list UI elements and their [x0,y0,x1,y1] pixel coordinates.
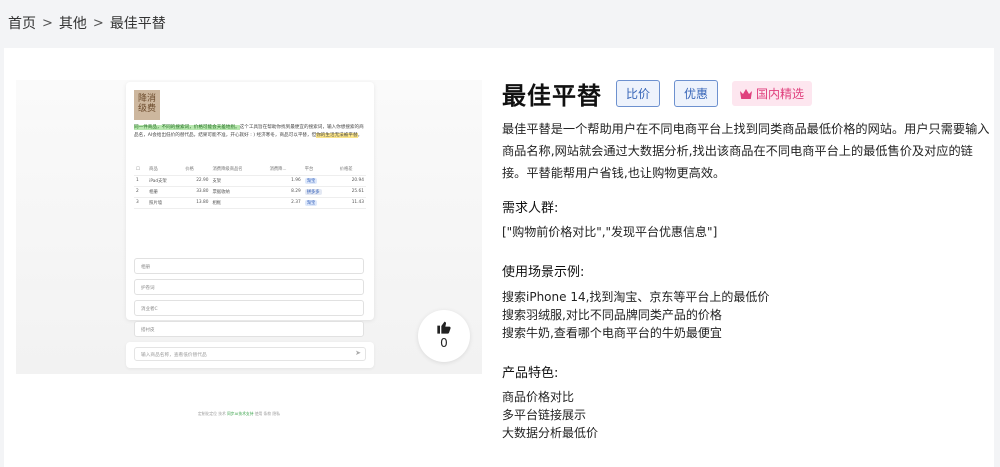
preview-search-bar: 输入商品名称，查看低价替代品 ➤ [126,342,374,368]
preview-footer-link: 定制化定位 技术 [198,411,226,416]
cell-diff: 11.43 [337,197,366,209]
platform-tag: 淘宝 [304,199,318,206]
like-button[interactable]: 0 [418,310,470,362]
preview-input: 搭衬皮 [134,321,364,337]
table-header-cell: 平台 [302,164,338,176]
feature-item: 商品价格对比 [502,390,575,404]
cell-name: 照片墙 [147,197,184,209]
cell-alt-price: 2.37 [267,197,303,209]
cell-price: 22.90 [183,175,211,187]
cell-alt: 票据收纳 [210,186,268,198]
cell-price: 13.80 [183,197,211,209]
row-index: 2 [134,186,148,198]
preview-input: 相册 [134,258,364,274]
table-row: 1 iPad支架 22.90 支架 1.96 淘宝 20.94 [134,175,366,187]
like-count: 0 [440,336,448,350]
platform-tag: 淘宝 [304,177,318,184]
scenarios-heading: 使用场景示例: [502,265,585,280]
thumbs-up-icon [437,321,451,334]
features-heading: 产品特色: [502,366,559,381]
cell-alt-price: 1.96 [267,175,303,187]
preview-search-input: 输入商品名称，查看低价替代品 ➤ [134,347,366,361]
cell-platform: 拼多多 [302,186,338,198]
cell-name: iPad支架 [147,175,184,187]
breadcrumb-separator: > [92,15,104,31]
breadcrumb-separator: > [42,15,53,31]
breadcrumb-current: 最佳平替 [109,16,166,32]
cell-alt-price: 8.29 [267,186,303,198]
table-header-cell: 消费降级商品名 [210,164,268,176]
table-header-cell: 价格 [183,164,211,176]
page-title: 最佳平替 [502,82,602,110]
row-index: 3 [134,197,148,209]
cell-name: 相册 [147,186,184,198]
preview-search-placeholder: 输入商品名称，查看低价替代品 [141,353,207,358]
crown-icon [740,88,753,99]
checkbox-cell: ☐ [134,164,148,176]
tag-compare-price[interactable]: 比价 [616,80,661,107]
cell-alt: 相框 [210,197,268,209]
platform-tag: 拼多多 [304,188,322,195]
audience-heading: 需求人群: [502,201,559,216]
feature-item: 大数据分析最低价 [502,426,599,440]
breadcrumb-category[interactable]: 其他 [59,13,87,33]
tool-detail-card: 降消 级费 同一件商品，不同的搜索词，价格可能会天差地别。这个工具旨在帮助你找到… [4,48,994,467]
tag-discount[interactable]: 优惠 [674,80,719,107]
preview-intro-end: 。 [357,133,363,138]
preview-intro: 同一件商品，不同的搜索词，价格可能会天差地别。这个工具旨在帮助你找到最便宜的搜索… [134,124,366,140]
preview-input: 消业者C [134,300,364,316]
preview-screenshot: 降消 级费 同一件商品，不同的搜索词，价格可能会天差地别。这个工具旨在帮助你找到… [16,80,482,416]
preview-footer-link: 使用 条款 隐私 [254,411,280,416]
scenario-item: 搜索羽绒服,对比不同品牌同类产品的价格 [502,308,722,322]
audience-list: ["购物前价格对比","发现平台优惠信息"] [502,225,718,239]
breadcrumb-home[interactable]: 首页 [8,13,36,33]
table-row: 3 照片墙 13.80 相框 2.37 淘宝 11.43 [134,197,366,209]
preview-intro-highlight-yellow: 你的生活无法被平替 [316,133,358,138]
cell-diff: 20.94 [337,175,366,187]
preview-footer: 定制化定位 技术 同步AI技术支持 使用 条款 隐私 [198,411,280,417]
preview-footer-link: 同步AI技术支持 [227,411,254,416]
title-row: 最佳平替 比价 优惠 国内精选 [502,76,813,111]
cell-platform: 淘宝 [302,175,338,187]
cell-platform: 淘宝 [302,197,338,209]
preview-input: 护卷词 [134,279,364,295]
scenario-item: 搜索牛奶,查看哪个电商平台的牛奶最便宜 [502,326,722,340]
preview-input-list: 相册 护卷词 消业者C 搭衬皮 [134,258,364,342]
table-header-cell: 商品 [147,164,184,176]
preview-logo: 降消 级费 [134,90,160,120]
cell-price: 33.80 [183,186,211,198]
tool-description: 最佳平替是一个帮助用户在不同电商平台上找到同类商品最低价格的网站。用户只需要输入… [502,122,990,180]
tag-domestic-featured-label: 国内精选 [756,87,805,101]
preview-table: ☐ 商品 价格 消费降级商品名 消费降... 平台 价格差 1 iPad支架 2… [134,164,366,209]
cell-diff: 25.61 [337,186,366,198]
row-index: 1 [134,175,148,187]
breadcrumb: 首页 > 其他 > 最佳平替 [0,0,1000,46]
cell-alt: 支架 [210,175,268,187]
table-header-cell: 价格差 [337,164,366,176]
table-header-cell: 消费降... [267,164,303,176]
send-icon: ➤ [355,349,361,357]
feature-item: 多平台链接展示 [502,408,587,422]
scenario-item: 搜索iPhone 14,找到淘宝、京东等平台上的最低价 [502,290,770,304]
table-row: 2 相册 33.80 票据收纳 8.29 拼多多 25.61 [134,186,366,198]
tag-domestic-featured[interactable]: 国内精选 [732,81,813,106]
preview-table-header: ☐ 商品 价格 消费降级商品名 消费降... 平台 价格差 [134,164,366,176]
preview-intro-highlight: 同一件商品，不同的搜索词，价格可能会天差地别。 [134,125,240,130]
